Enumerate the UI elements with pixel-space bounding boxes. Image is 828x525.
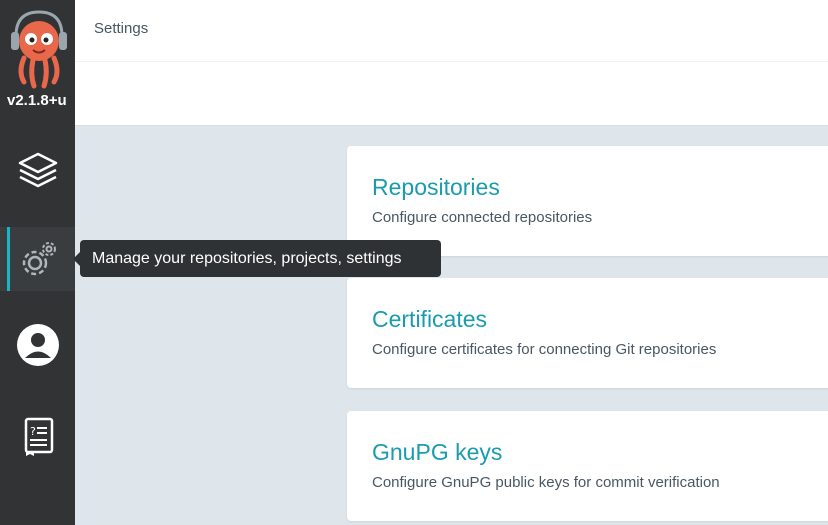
card-description: Configure GnuPG public keys for commit v… [372, 474, 720, 491]
page-title: Settings [94, 20, 149, 37]
active-indicator [7, 227, 10, 291]
settings-card-certificates[interactable]: Certificates Configure certificates for … [347, 278, 828, 388]
user-icon [17, 324, 59, 366]
layers-icon [18, 152, 58, 188]
card-title: Repositories [372, 174, 500, 200]
sidebar-item-settings[interactable] [0, 227, 75, 291]
docs-icon: ? [24, 417, 54, 456]
settings-card-gnupg-keys[interactable]: GnuPG keys Configure GnuPG public keys f… [347, 411, 828, 521]
argo-logo[interactable] [10, 8, 68, 90]
card-description: Configure certificates for connecting Gi… [372, 341, 717, 358]
sidebar-item-applications[interactable] [0, 140, 75, 204]
divider [75, 61, 828, 62]
svg-text:?: ? [30, 425, 36, 438]
settings-tooltip: Manage your repositories, projects, sett… [73, 240, 441, 277]
sidebar-item-user-info[interactable] [0, 313, 75, 377]
version-label: v2.1.8+u [7, 92, 67, 109]
sidebar-item-documentation[interactable]: ? [0, 405, 75, 469]
card-description: Configure connected repositories [372, 209, 593, 226]
card-title: GnuPG keys [372, 439, 503, 465]
gear-icon [22, 242, 56, 276]
top-bar: Settings [75, 0, 828, 126]
card-title: Certificates [372, 306, 488, 332]
sidebar: v2.1.8+u ? [0, 0, 75, 525]
